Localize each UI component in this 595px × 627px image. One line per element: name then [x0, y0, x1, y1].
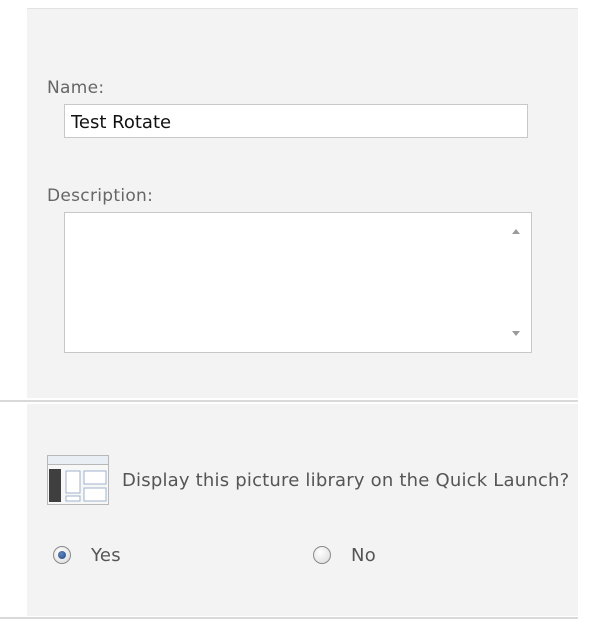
bottom-divider [0, 617, 578, 619]
quick-launch-question: Display this picture library on the Quic… [122, 470, 570, 491]
navigation-section [27, 404, 578, 616]
description-textarea[interactable] [65, 213, 502, 352]
description-label: Description: [47, 186, 154, 206]
quick-launch-icon [47, 455, 109, 505]
description-field [64, 212, 532, 353]
name-label: Name: [47, 78, 105, 98]
radio-option-no[interactable]: No [313, 542, 376, 568]
radio-no[interactable] [313, 546, 331, 564]
scroll-down-icon[interactable] [512, 331, 520, 336]
name-input[interactable] [64, 104, 528, 138]
radio-yes[interactable] [53, 546, 71, 564]
radio-option-yes[interactable]: Yes [53, 542, 121, 568]
radio-no-label: No [351, 544, 377, 566]
scroll-up-icon[interactable] [512, 229, 520, 234]
create-picture-library-form: Name: Description: Display this picture … [0, 0, 595, 627]
section-divider [0, 400, 578, 402]
radio-yes-label: Yes [91, 544, 121, 566]
description-scrollbar[interactable] [501, 213, 531, 352]
